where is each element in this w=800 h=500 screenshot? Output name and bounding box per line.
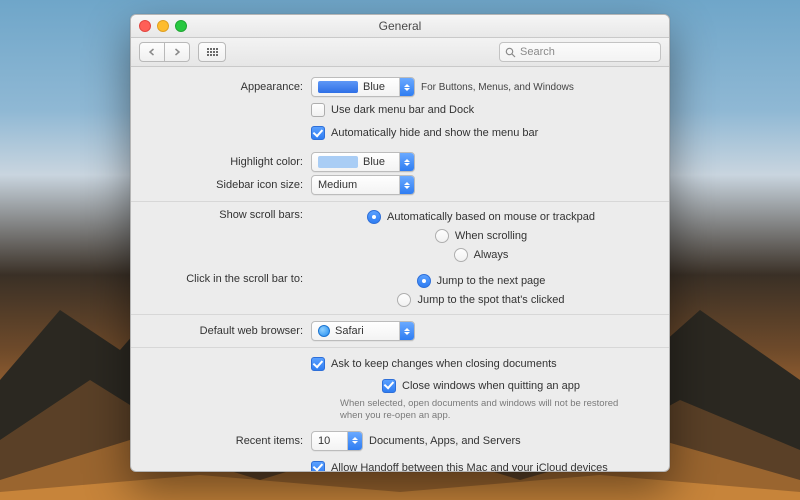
grid-icon — [207, 48, 218, 56]
close-windows-label: Close windows when quitting an app — [402, 380, 580, 392]
handoff-checkbox[interactable] — [311, 461, 325, 472]
sidebar-size-popup[interactable]: Medium — [311, 175, 415, 195]
autohide-menubar-label: Automatically hide and show the menu bar — [331, 127, 538, 139]
scrollbars-label: Show scroll bars: — [149, 208, 303, 221]
sidebar-size-value: Medium — [318, 179, 357, 191]
close-window-button[interactable] — [139, 20, 151, 32]
appearance-value: Blue — [363, 81, 385, 93]
scrollbars-option-0: Automatically based on mouse or trackpad — [387, 211, 595, 223]
highlight-value: Blue — [363, 156, 385, 168]
clickbar-radio-spot[interactable] — [397, 293, 411, 307]
preferences-window: General — [130, 14, 670, 472]
window-controls — [139, 20, 187, 32]
autohide-menubar-checkbox[interactable] — [311, 126, 325, 140]
scrollbars-radio-always[interactable] — [454, 248, 468, 262]
desktop-wallpaper: General — [0, 0, 800, 500]
clickbar-option-0: Jump to the next page — [437, 275, 546, 287]
search-placeholder: Search — [520, 46, 555, 58]
handoff-label: Allow Handoff between this Mac and your … — [331, 462, 608, 472]
close-windows-note: When selected, open documents and window… — [322, 398, 640, 422]
recent-suffix: Documents, Apps, and Servers — [369, 435, 521, 447]
browser-label: Default web browser: — [149, 325, 303, 337]
clickbar-option-1: Jump to the spot that's clicked — [417, 294, 564, 306]
scrollbars-option-1: When scrolling — [455, 230, 527, 242]
appearance-popup[interactable]: Blue — [311, 77, 415, 97]
appearance-label: Appearance: — [149, 81, 303, 93]
color-swatch-icon — [318, 156, 358, 168]
highlight-label: Highlight color: — [149, 156, 303, 168]
safari-icon — [318, 325, 330, 337]
nav-back-forward — [139, 42, 190, 62]
scrollbars-option-2: Always — [474, 249, 509, 261]
recent-label: Recent items: — [149, 435, 303, 447]
dark-menu-checkbox[interactable] — [311, 103, 325, 117]
ask-changes-checkbox[interactable] — [311, 357, 325, 371]
color-swatch-icon — [318, 81, 358, 93]
scrollbars-radio-scrolling[interactable] — [435, 229, 449, 243]
clickbar-label: Click in the scroll bar to: — [149, 272, 303, 285]
show-all-button[interactable] — [198, 42, 226, 62]
appearance-note: For Buttons, Menus, and Windows — [421, 82, 574, 93]
highlight-popup[interactable]: Blue — [311, 152, 415, 172]
back-button[interactable] — [139, 42, 165, 62]
search-field[interactable]: Search — [499, 42, 661, 62]
sidebar-size-label: Sidebar icon size: — [149, 179, 303, 191]
recent-value: 10 — [318, 435, 330, 447]
chevron-right-icon — [173, 48, 181, 56]
close-windows-checkbox[interactable] — [382, 379, 396, 393]
separator — [131, 314, 669, 315]
search-icon — [505, 47, 516, 58]
window-titlebar: General — [131, 15, 669, 38]
browser-popup[interactable]: Safari — [311, 321, 415, 341]
window-title: General — [131, 19, 669, 33]
separator — [131, 347, 669, 348]
minimize-window-button[interactable] — [157, 20, 169, 32]
clickbar-radio-page[interactable] — [417, 274, 431, 288]
forward-button[interactable] — [165, 42, 190, 62]
toolbar: Search — [131, 38, 669, 67]
dark-menu-label: Use dark menu bar and Dock — [331, 104, 474, 116]
recent-popup[interactable]: 10 — [311, 431, 363, 451]
chevron-left-icon — [148, 48, 156, 56]
zoom-window-button[interactable] — [175, 20, 187, 32]
browser-value: Safari — [335, 325, 364, 337]
ask-changes-label: Ask to keep changes when closing documen… — [331, 358, 557, 370]
separator — [131, 201, 669, 202]
pane-content: Appearance: Blue For Buttons, Menus, and… — [131, 67, 669, 472]
scrollbars-radio-auto[interactable] — [367, 210, 381, 224]
